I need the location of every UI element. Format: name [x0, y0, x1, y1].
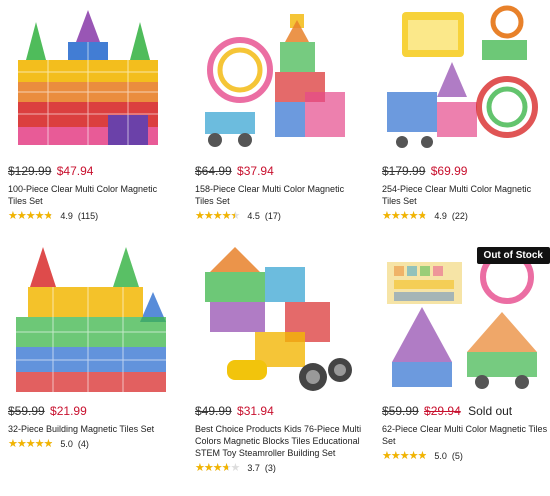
out-of-stock-badge: Out of Stock	[476, 247, 550, 264]
product-card[interactable]: $59.99 $21.99 32-Piece Building Magnetic…	[8, 240, 178, 450]
rating-value: 4.9	[434, 211, 447, 221]
original-price: $179.99	[382, 164, 426, 178]
sale-price: $69.99	[430, 164, 468, 178]
review-count[interactable]: (3)	[265, 462, 276, 474]
review-count[interactable]: (4)	[78, 438, 89, 450]
rating-value: 5.0	[434, 451, 447, 461]
star-rating-icons: ★★★★★★★★★★	[195, 209, 240, 222]
product-title[interactable]: Best Choice Products Kids 76-Piece Multi…	[195, 423, 365, 459]
product-image[interactable]	[8, 242, 168, 402]
review-count[interactable]: (17)	[265, 210, 281, 222]
star-rating-icons: ★★★★★★★★★★	[195, 461, 240, 474]
review-count[interactable]: (22)	[452, 210, 468, 222]
price-row: $179.99 $69.99	[382, 164, 550, 178]
price-row: $59.99 $29.94 Sold out	[382, 404, 550, 418]
star-rating-icons: ★★★★★★★★★★	[382, 209, 427, 222]
product-grid: $129.99 $47.94 100-Piece Clear Multi Col…	[0, 0, 550, 496]
product-title[interactable]: 158-Piece Clear Multi Color Magnetic Til…	[195, 183, 365, 207]
product-card[interactable]: $129.99 $47.94 100-Piece Clear Multi Col…	[8, 0, 178, 222]
rating-value: 5.0	[60, 439, 73, 449]
rating-row: ★★★★★ ★★★★★ 4.9 (22)	[382, 210, 550, 222]
product-card[interactable]: $49.99 $31.94 Best Choice Products Kids …	[195, 240, 365, 474]
star-rating-icons: ★★★★★★★★★★	[8, 209, 53, 222]
rating-row: ★★★★★★★★★★ 3.7 (3)	[195, 462, 365, 474]
product-title[interactable]: 100-Piece Clear Multi Color Magnetic Til…	[8, 183, 178, 207]
rating-row: ★★★★★ ★★★★★ 5.0 (5)	[382, 450, 550, 462]
original-price: $129.99	[8, 164, 52, 178]
sale-price: $21.99	[50, 404, 87, 418]
rating-value: 4.5	[247, 211, 260, 221]
review-count[interactable]: (5)	[452, 450, 463, 462]
sale-price: $29.94	[424, 404, 461, 418]
price-row: $49.99 $31.94	[195, 404, 365, 418]
original-price: $64.99	[195, 164, 232, 178]
product-image[interactable]	[382, 2, 542, 162]
rating-row: ★★★★★ ★★★★★ 5.0 (4)	[8, 438, 178, 450]
rating-row: ★★★★★ ★★★★★ 4.9 (115)	[8, 210, 178, 222]
original-price: $59.99	[382, 404, 419, 418]
product-title[interactable]: 32-Piece Building Magnetic Tiles Set	[8, 423, 178, 435]
product-title[interactable]: 62-Piece Clear Multi Color Magnetic Tile…	[382, 423, 550, 447]
star-rating-icons: ★★★★★★★★★★	[8, 437, 53, 450]
original-price: $59.99	[8, 404, 45, 418]
product-card[interactable]: $64.99 $37.94 158-Piece Clear Multi Colo…	[195, 0, 365, 222]
sale-price: $31.94	[237, 404, 274, 418]
price-row: $59.99 $21.99	[8, 404, 178, 418]
review-count[interactable]: (115)	[78, 210, 98, 222]
rating-row: ★★★★★★★★★★ 4.5 (17)	[195, 210, 365, 222]
product-image[interactable]	[195, 2, 355, 162]
product-image[interactable]: Out of Stock	[382, 242, 550, 402]
original-price: $49.99	[195, 404, 232, 418]
product-title[interactable]: 254-Piece Clear Multi Color Magnetic Til…	[382, 183, 550, 207]
star-rating-icons: ★★★★★★★★★★	[382, 449, 427, 462]
sale-price: $47.94	[56, 164, 94, 178]
product-image[interactable]	[8, 2, 168, 162]
price-row: $64.99 $37.94	[195, 164, 365, 178]
sold-out-label: Sold out	[468, 404, 513, 418]
sale-price: $37.94	[237, 164, 274, 178]
price-row: $129.99 $47.94	[8, 164, 178, 178]
rating-value: 3.7	[247, 463, 260, 473]
product-image[interactable]	[195, 242, 355, 402]
product-card[interactable]: $179.99 $69.99 254-Piece Clear Multi Col…	[382, 0, 550, 222]
rating-value: 4.9	[60, 211, 73, 221]
product-card[interactable]: Out of Stock $59.99 $29.94 Sold out 62-P…	[382, 240, 550, 462]
